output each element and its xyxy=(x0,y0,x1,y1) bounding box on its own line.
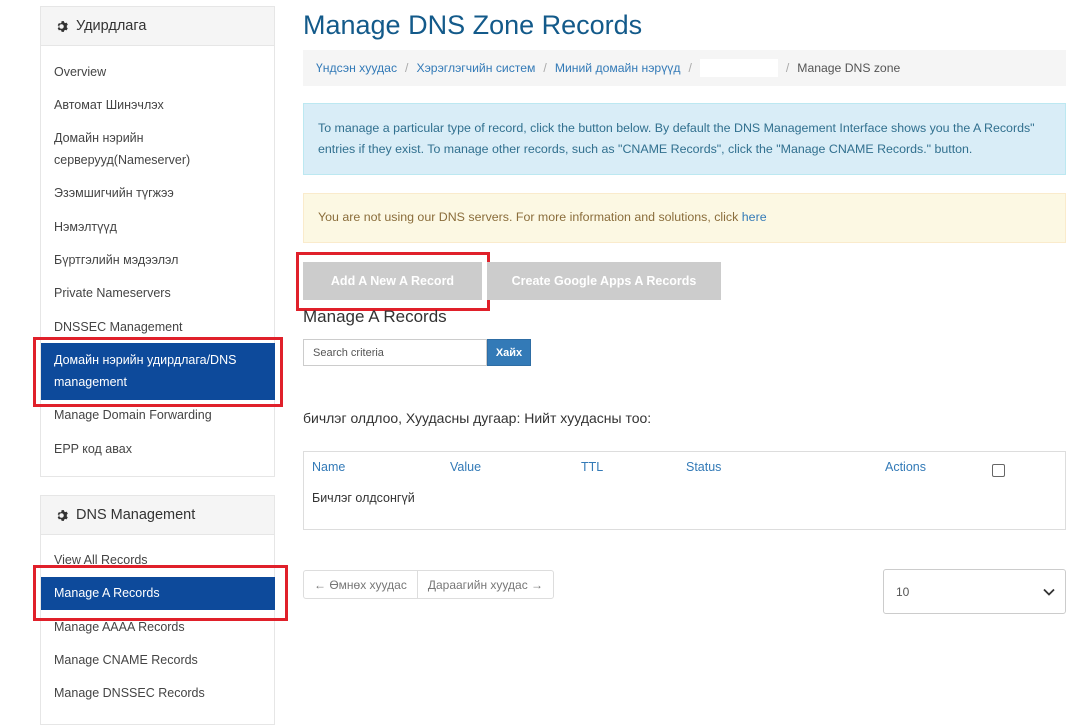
info-alert-text: To manage a particular type of record, c… xyxy=(318,121,1035,156)
breadcrumb-separator: / xyxy=(405,61,409,75)
breadcrumb-current: Manage DNS zone xyxy=(797,61,901,75)
column-header-actions[interactable]: Actions xyxy=(885,460,926,474)
pagination: ← Өмнөх хуудас Дараагийн хуудас → xyxy=(303,570,555,599)
button-label: Add A New A Record xyxy=(330,274,455,288)
breadcrumb: Үндсэн хуудас / Хэрэглэгчийн систем / Ми… xyxy=(303,50,1066,86)
sidebar-item-registrar-lock[interactable]: Эзэмшигчийн түгжээ xyxy=(54,182,174,204)
records-table: Name Value TTL Status Actions Бичлэг олд… xyxy=(303,451,1066,530)
sidebar-item-epp-code[interactable]: EPP код авах xyxy=(54,438,132,460)
search-button[interactable]: Хайх xyxy=(487,339,531,366)
sidebar-item-domain-forwarding[interactable]: Manage Domain Forwarding xyxy=(54,404,212,426)
sidebar-item-auto-renew[interactable]: Автомат Шинэчлэх xyxy=(54,94,164,116)
breadcrumb-redacted-domain xyxy=(699,59,778,77)
breadcrumb-home[interactable]: Үндсэн хуудас xyxy=(316,61,397,75)
breadcrumb-my-domains[interactable]: Миний домайн нэрүүд xyxy=(555,61,681,75)
section-title: Manage A Records xyxy=(303,307,447,326)
next-page-button[interactable]: Дараагийн хуудас → xyxy=(418,571,553,598)
per-page-select[interactable]: 10 xyxy=(883,569,1066,614)
info-alert: To manage a particular type of record, c… xyxy=(303,103,1066,175)
sidebar-item-manage-cname[interactable]: Manage CNAME Records xyxy=(54,649,198,671)
button-label: Хайх xyxy=(495,346,523,359)
sidebar-item-nameservers-line2[interactable]: серверууд(Nameserver) xyxy=(54,149,190,171)
column-header-status[interactable]: Status xyxy=(686,460,721,474)
panel-title: Удирдлага xyxy=(76,18,147,34)
column-header-value[interactable]: Value xyxy=(450,460,481,474)
create-google-apps-button[interactable]: Create Google Apps A Records xyxy=(487,262,721,300)
breadcrumb-separator: / xyxy=(785,61,790,75)
per-page-value: 10 xyxy=(896,584,910,599)
panel-header: Удирдлага xyxy=(41,7,274,46)
sidebar-item-nameservers[interactable]: Домайн нэрийн xyxy=(54,127,144,149)
gear-icon xyxy=(55,20,68,33)
sidebar-item-label: Домайн нэрийн удирдлага/DNS xyxy=(54,353,237,367)
breadcrumb-separator: / xyxy=(688,61,692,75)
records-info-text: бичлэг олдлоо, Хуудасны дугаар: Нийт хуу… xyxy=(303,410,652,426)
warning-here-link[interactable]: here xyxy=(742,210,767,224)
chevron-down-icon xyxy=(1043,585,1055,599)
sidebar-item-dns-management-active[interactable]: Домайн нэрийн удирдлага/DNS management xyxy=(41,343,275,400)
sidebar-item-label: Manage A Records xyxy=(54,586,160,600)
column-header-name[interactable]: Name xyxy=(312,460,345,474)
add-a-record-button[interactable]: Add A New A Record xyxy=(303,262,482,300)
button-label: Create Google Apps A Records xyxy=(511,274,697,288)
sidebar-item-manage-aaaa[interactable]: Manage AAAA Records xyxy=(54,616,185,638)
select-all-checkbox[interactable] xyxy=(992,464,1005,477)
sidebar-item-dnssec[interactable]: DNSSEC Management xyxy=(54,316,183,338)
empty-table-message: Бичлэг олдсонгүй xyxy=(312,491,415,505)
sidebar-item-label-line2: management xyxy=(54,375,127,389)
sidebar-item-addons[interactable]: Нэмэлтүүд xyxy=(54,216,117,238)
prev-page-button[interactable]: ← Өмнөх хуудас xyxy=(304,571,417,598)
panel-header: DNS Management xyxy=(41,496,274,535)
gear-icon xyxy=(55,509,68,522)
column-header-ttl[interactable]: TTL xyxy=(581,460,603,474)
panel-title: DNS Management xyxy=(76,507,196,523)
warning-alert-text: You are not using our DNS servers. For m… xyxy=(318,210,742,224)
sidebar-item-overview[interactable]: Overview xyxy=(54,61,106,83)
sidebar-item-private-nameservers[interactable]: Private Nameservers xyxy=(54,282,171,304)
page-title: Manage DNS Zone Records xyxy=(303,10,643,40)
sidebar-item-view-all-records[interactable]: View All Records xyxy=(54,549,148,571)
breadcrumb-client-area[interactable]: Хэрэглэгчийн систем xyxy=(416,61,535,75)
search-input[interactable] xyxy=(303,339,487,366)
sidebar-item-manage-dnssec[interactable]: Manage DNSSEC Records xyxy=(54,682,205,704)
sidebar-item-manage-a-records-active[interactable]: Manage A Records xyxy=(41,577,275,610)
breadcrumb-separator: / xyxy=(543,61,547,75)
sidebar-item-contact-info[interactable]: Бүртгэлийн мэдээлэл xyxy=(54,249,178,271)
warning-alert: You are not using our DNS servers. For m… xyxy=(303,193,1066,243)
